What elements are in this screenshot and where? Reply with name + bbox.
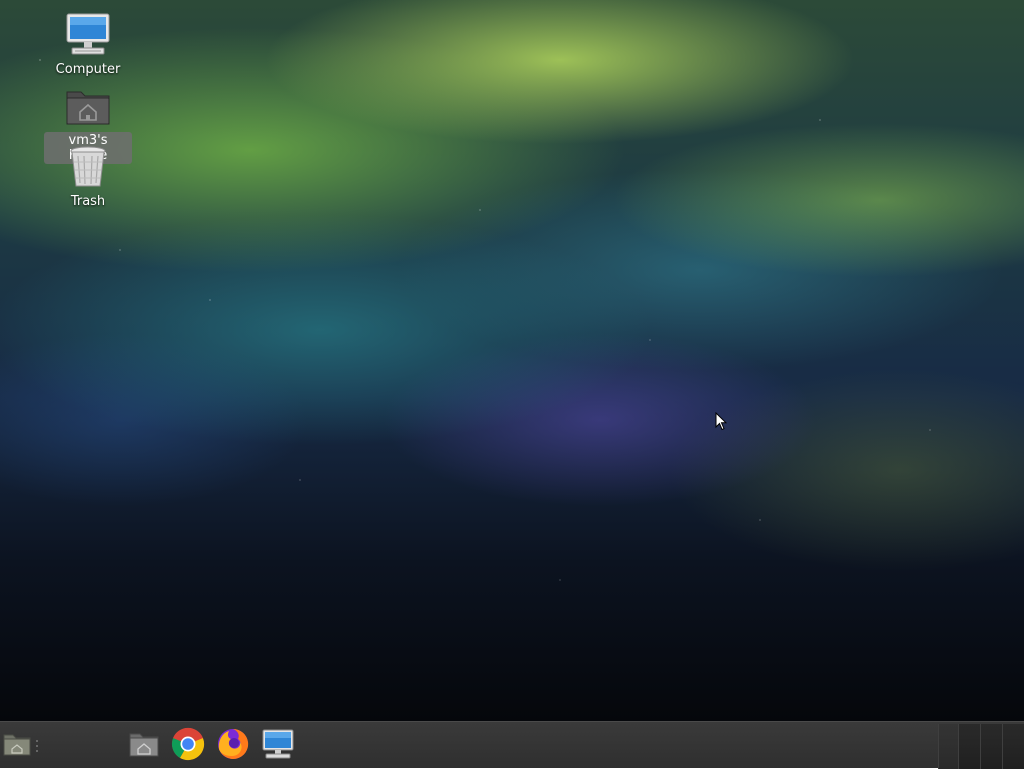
trash-icon <box>64 142 112 190</box>
panel-tray-area <box>980 724 1002 769</box>
bottom-panel <box>0 721 1024 769</box>
home-folder-icon <box>64 82 112 130</box>
panel-tray-area <box>938 724 958 769</box>
desktop-icon-label: Computer <box>55 62 121 77</box>
desktop-icon-label: Trash <box>70 194 106 209</box>
menu-icon <box>2 731 32 761</box>
desktop-icon-computer[interactable]: Computer <box>44 10 132 78</box>
files-launcher-button[interactable] <box>126 728 162 764</box>
computer-icon <box>64 10 112 58</box>
terminal-launcher-button[interactable] <box>260 728 296 764</box>
chrome-icon <box>171 727 205 765</box>
firefox-launcher-button[interactable] <box>215 728 251 764</box>
panel-drag-handle[interactable] <box>34 738 40 752</box>
panel-tray-area <box>958 724 980 769</box>
menu-button[interactable] <box>0 729 34 763</box>
panel-tray-area <box>1002 724 1024 769</box>
desktop-background: Computer vm3's Home Trash <box>0 0 1024 721</box>
firefox-icon <box>216 727 250 765</box>
chrome-launcher-button[interactable] <box>170 727 206 765</box>
files-folder-icon <box>128 730 160 762</box>
desktop-icon-trash[interactable]: Trash <box>44 142 132 210</box>
wallpaper-stars <box>0 0 1024 721</box>
terminal-monitor-icon <box>261 728 295 764</box>
mouse-pointer-icon <box>715 411 728 431</box>
